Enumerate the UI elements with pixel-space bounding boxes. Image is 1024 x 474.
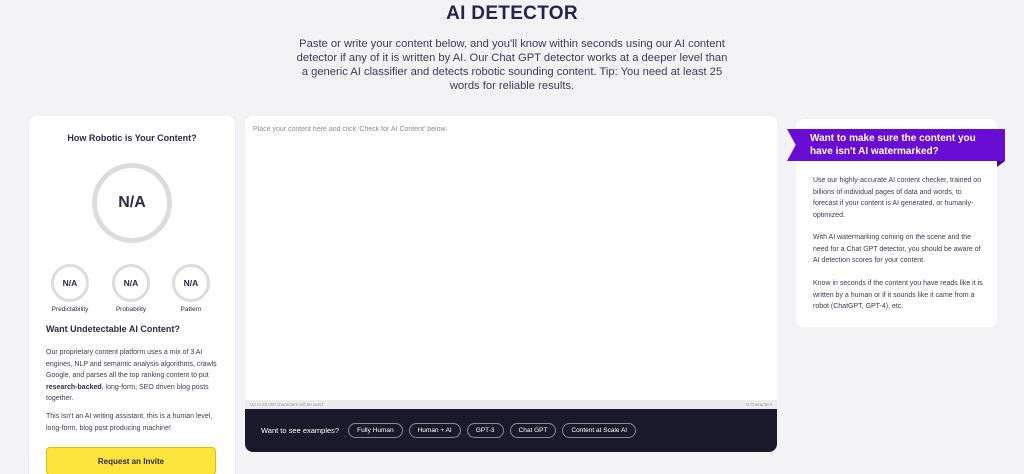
intro-text: Paste or write your content below, and y… [296,38,728,92]
predictability-gauge: N/A [51,264,89,302]
character-info-bar: Up to 25,000 characters will be used. 0 … [245,400,777,409]
ribbon-fold [997,161,1005,167]
overall-score-gauge: N/A [92,163,172,243]
example-fully-human-button[interactable]: Fully Human [348,423,403,438]
character-count: 0 Characters [746,402,772,407]
probability-gauge: N/A [112,264,150,302]
pattern-gauge: N/A [172,264,210,302]
content-editor: Up to 25,000 characters will be used. 0 … [245,116,777,452]
content-input[interactable] [253,126,769,400]
info-paragraph-2: With AI watermarking coming on the scene… [813,234,981,264]
promo-paragraph: Our proprietary content platform uses a … [46,347,222,405]
character-limit-note: Up to 25,000 characters will be used. [250,402,325,407]
example-chatgpt-button[interactable]: Chat GPT [509,423,557,438]
page-title: AI DETECTOR [446,3,578,24]
score-card: How Robotic is Your Content? N/A N/A N/A… [29,116,235,474]
info-paragraph-3: Know in seconds if the content you have … [813,280,983,310]
promo-text-start: Our proprietary content platform uses a … [46,349,217,379]
pattern-label: Pattern [180,306,202,313]
ribbon-heading: Want to make sure the content you have i… [810,133,976,157]
request-invite-button[interactable]: Request an Invite [46,447,216,474]
examples-label: Want to see examples? [261,426,340,435]
info-paragraph-1: Use our highly-accurate AI content check… [813,177,982,219]
predictability-label: Predictability [51,306,89,313]
promo-paragraph-2: This isn't an AI writing assistant, this… [46,413,213,432]
example-gpt3-button[interactable]: GPT-3 [466,423,504,438]
example-content-at-scale-button[interactable]: Content at Scale AI [562,423,637,438]
promo-text-bold: research-backed [46,383,102,391]
examples-bar: Want to see examples? Fully Human Human … [245,409,777,452]
example-human-ai-button[interactable]: Human + AI [408,423,461,438]
score-card-title: How Robotic is Your Content? [67,133,197,143]
promo-heading: Want Undetectable AI Content? [46,324,180,334]
